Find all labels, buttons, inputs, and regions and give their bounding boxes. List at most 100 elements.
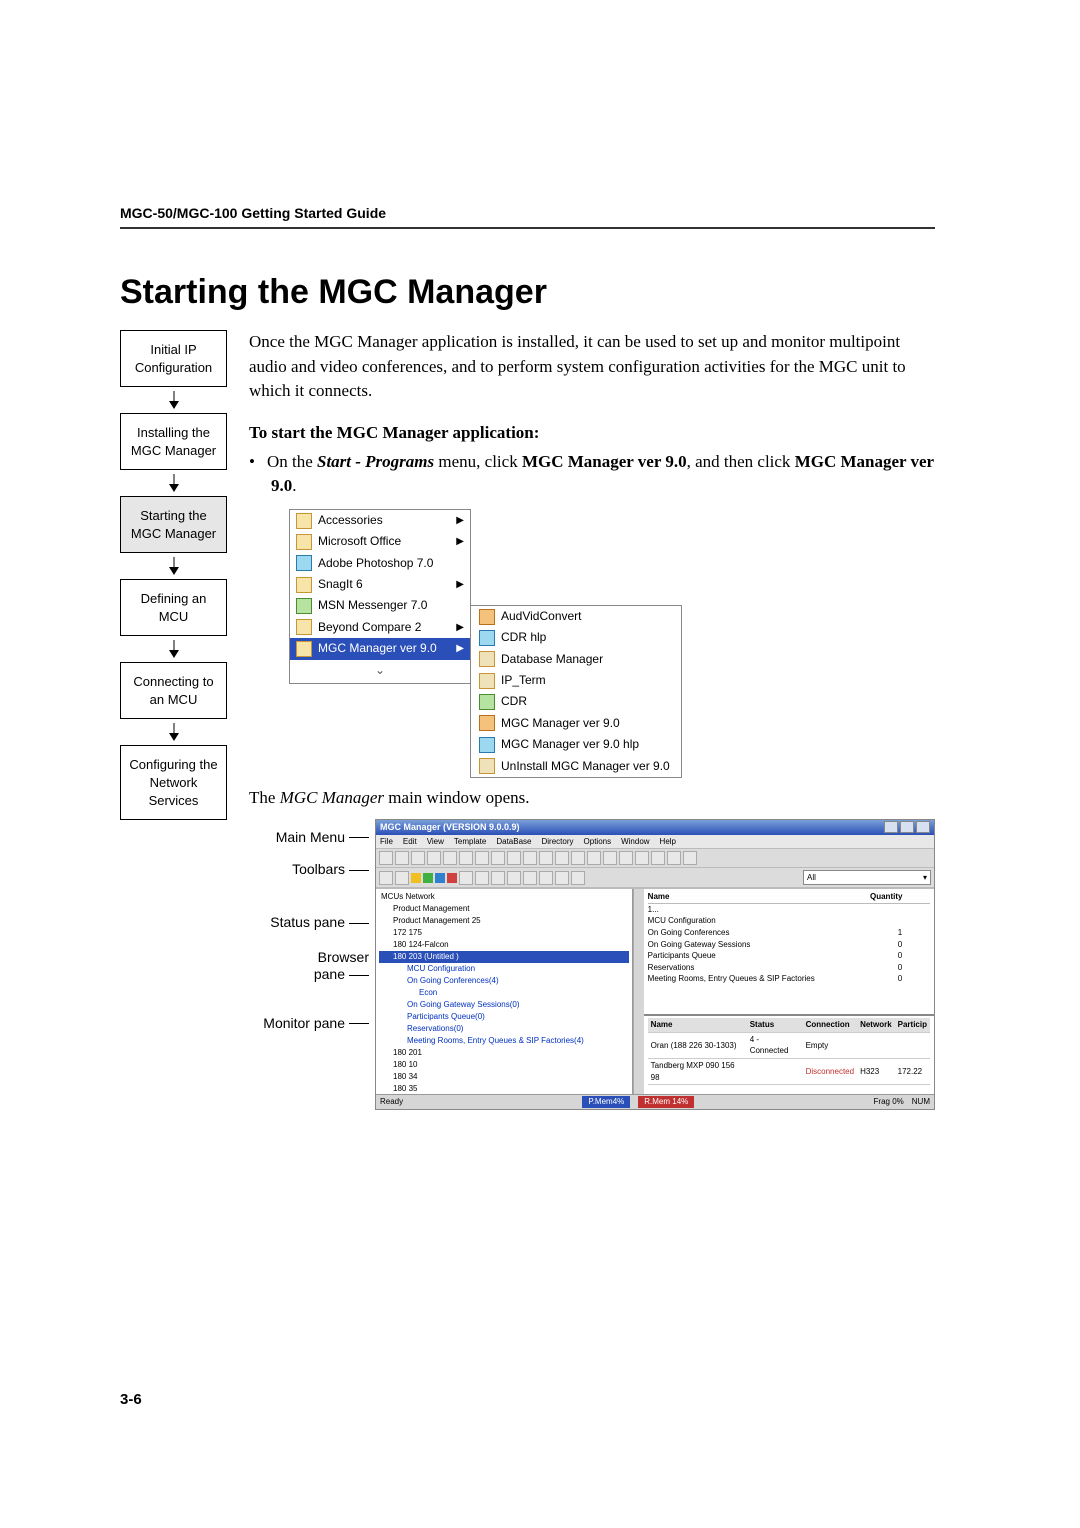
toolbar-button[interactable] (539, 871, 553, 885)
toolbar-button[interactable] (475, 851, 489, 865)
tree-node[interactable]: On Going Conferences(4) (379, 975, 629, 987)
toolbar-button[interactable] (379, 871, 393, 885)
bullet-dot-icon: • (249, 452, 267, 471)
maximize-button[interactable] (900, 821, 914, 833)
submenu-item[interactable]: UnInstall MGC Manager ver 9.0 (471, 756, 681, 777)
menu-item-beyondcompare[interactable]: Beyond Compare 2▶ (290, 617, 470, 638)
menu-options[interactable]: Options (584, 836, 612, 848)
submenu-item[interactable]: Database Manager (471, 649, 681, 670)
toolbar-button[interactable] (667, 851, 681, 865)
toolbar-button[interactable] (475, 871, 489, 885)
tree-node[interactable]: 172 175 (379, 927, 629, 939)
toolbar-button[interactable] (603, 851, 617, 865)
menu-directory[interactable]: Directory (542, 836, 574, 848)
tree-node[interactable]: 180 201 (379, 1047, 629, 1059)
toolbar-button[interactable] (539, 851, 553, 865)
toolbar-1 (376, 849, 934, 868)
tree-node[interactable]: Reservations(0) (379, 1023, 629, 1035)
toolbar-button[interactable] (555, 851, 569, 865)
tree-scrollbar[interactable] (633, 889, 644, 1094)
close-button[interactable] (916, 821, 930, 833)
submenu-item[interactable]: AudVidConvert (471, 606, 681, 627)
minimize-button[interactable] (884, 821, 898, 833)
status-row[interactable]: Participants Queue0 (648, 950, 930, 962)
toolbar-button[interactable] (507, 871, 521, 885)
submenu-item[interactable]: MGC Manager ver 9.0 (471, 713, 681, 734)
tree-node[interactable]: Participants Queue(0) (379, 1011, 629, 1023)
toolbar-button[interactable] (427, 851, 441, 865)
menu-item-msoffice[interactable]: Microsoft Office▶ (290, 531, 470, 552)
tree-node[interactable]: 180 35 (379, 1083, 629, 1094)
toolbar-button[interactable] (459, 851, 473, 865)
toolbar-button[interactable] (491, 851, 505, 865)
menu-item-photoshop[interactable]: Adobe Photoshop 7.0 (290, 553, 470, 574)
toolbar-button[interactable] (443, 851, 457, 865)
tree-node[interactable]: On Going Gateway Sessions(0) (379, 999, 629, 1011)
tree-node[interactable]: 180 10 (379, 1059, 629, 1071)
tree-node[interactable]: Meeting Rooms, Entry Queues & SIP Factor… (379, 1035, 629, 1047)
toolbar-button[interactable] (395, 851, 409, 865)
menu-edit[interactable]: Edit (403, 836, 417, 848)
page-title: Starting the MGC Manager (120, 273, 935, 312)
toolbar-button[interactable] (523, 851, 537, 865)
tree-node[interactable]: Product Management 25 (379, 915, 629, 927)
toolbar-button[interactable] (555, 871, 569, 885)
toolbar-button[interactable] (571, 871, 585, 885)
menu-window[interactable]: Window (621, 836, 649, 848)
toolbar-button[interactable] (587, 851, 601, 865)
toolbar-button[interactable] (379, 851, 393, 865)
submenu-item[interactable]: CDR hlp (471, 627, 681, 648)
tree-node[interactable]: 180 34 (379, 1071, 629, 1083)
menu-view[interactable]: View (427, 836, 444, 848)
status-row[interactable]: Meeting Rooms, Entry Queues & SIP Factor… (648, 973, 930, 985)
toolbar-button[interactable] (571, 851, 585, 865)
toolbar-button[interactable] (619, 851, 633, 865)
caption-pre: The (249, 788, 280, 807)
status-row[interactable]: MCU Configuration (648, 915, 930, 927)
toolbar-button[interactable] (507, 851, 521, 865)
menu-item-accessories[interactable]: Accessories▶ (290, 510, 470, 531)
toolbar-button[interactable] (395, 871, 409, 885)
tree-node[interactable]: Econ (379, 987, 629, 999)
flow-arrow-icon (120, 640, 227, 658)
toolbar-button[interactable] (523, 871, 537, 885)
toolbar-button[interactable] (491, 871, 505, 885)
status-row-qty (870, 904, 930, 916)
toolbar-button[interactable] (411, 851, 425, 865)
submenu-item[interactable]: CDR (471, 691, 681, 712)
menu-item-msn[interactable]: MSN Messenger 7.0 (290, 595, 470, 616)
toolbar-button[interactable] (459, 871, 473, 885)
menu-database[interactable]: DataBase (496, 836, 531, 848)
toolbar-button[interactable] (651, 851, 665, 865)
status-row[interactable]: On Going Gateway Sessions0 (648, 939, 930, 951)
submenu-item[interactable]: MGC Manager ver 9.0 hlp (471, 734, 681, 755)
monitor-row[interactable]: Tandberg MXP 090 156 98DisconnectedH3231… (648, 1059, 930, 1085)
status-row[interactable]: On Going Conferences1 (648, 927, 930, 939)
monitor-cell (747, 1059, 803, 1085)
status-row[interactable]: 1... (648, 904, 930, 916)
menu-item-snagit[interactable]: SnagIt 6▶ (290, 574, 470, 595)
app-icon (479, 694, 495, 710)
menu-template[interactable]: Template (454, 836, 486, 848)
submenu-item[interactable]: IP_Term (471, 670, 681, 691)
submenu-item-label: AudVidConvert (501, 608, 582, 625)
menu-item-mgcmanager[interactable]: MGC Manager ver 9.0▶ (290, 638, 470, 659)
tree-node[interactable]: 180 124-Falcon (379, 939, 629, 951)
toolbar-button[interactable] (683, 851, 697, 865)
tree-node[interactable]: Product Management (379, 903, 629, 915)
monitor-cell: Oran (188 226 30-1303) (648, 1032, 747, 1058)
tree-node[interactable]: MCU Configuration (379, 963, 629, 975)
browser-tree[interactable]: MCUs NetworkProduct ManagementProduct Ma… (376, 889, 633, 1094)
col-name: Name (648, 891, 870, 903)
menu-expand-chevron-icon[interactable]: ⌄ (290, 660, 470, 683)
tree-node[interactable]: MCUs Network (379, 891, 629, 903)
menu-file[interactable]: File (380, 836, 393, 848)
menu-item-label: Accessories (318, 512, 383, 529)
tree-node[interactable]: 180 203 (Untitled ) (379, 951, 629, 963)
toolbar-button[interactable] (635, 851, 649, 865)
menu-help[interactable]: Help (660, 836, 676, 848)
status-row[interactable]: Reservations0 (648, 962, 930, 974)
filter-combo[interactable]: All▾ (803, 870, 931, 885)
monitor-row[interactable]: Oran (188 226 30-1303)4 - ConnectedEmpty (648, 1032, 930, 1058)
monitor-col-particip: Particip (895, 1018, 930, 1032)
